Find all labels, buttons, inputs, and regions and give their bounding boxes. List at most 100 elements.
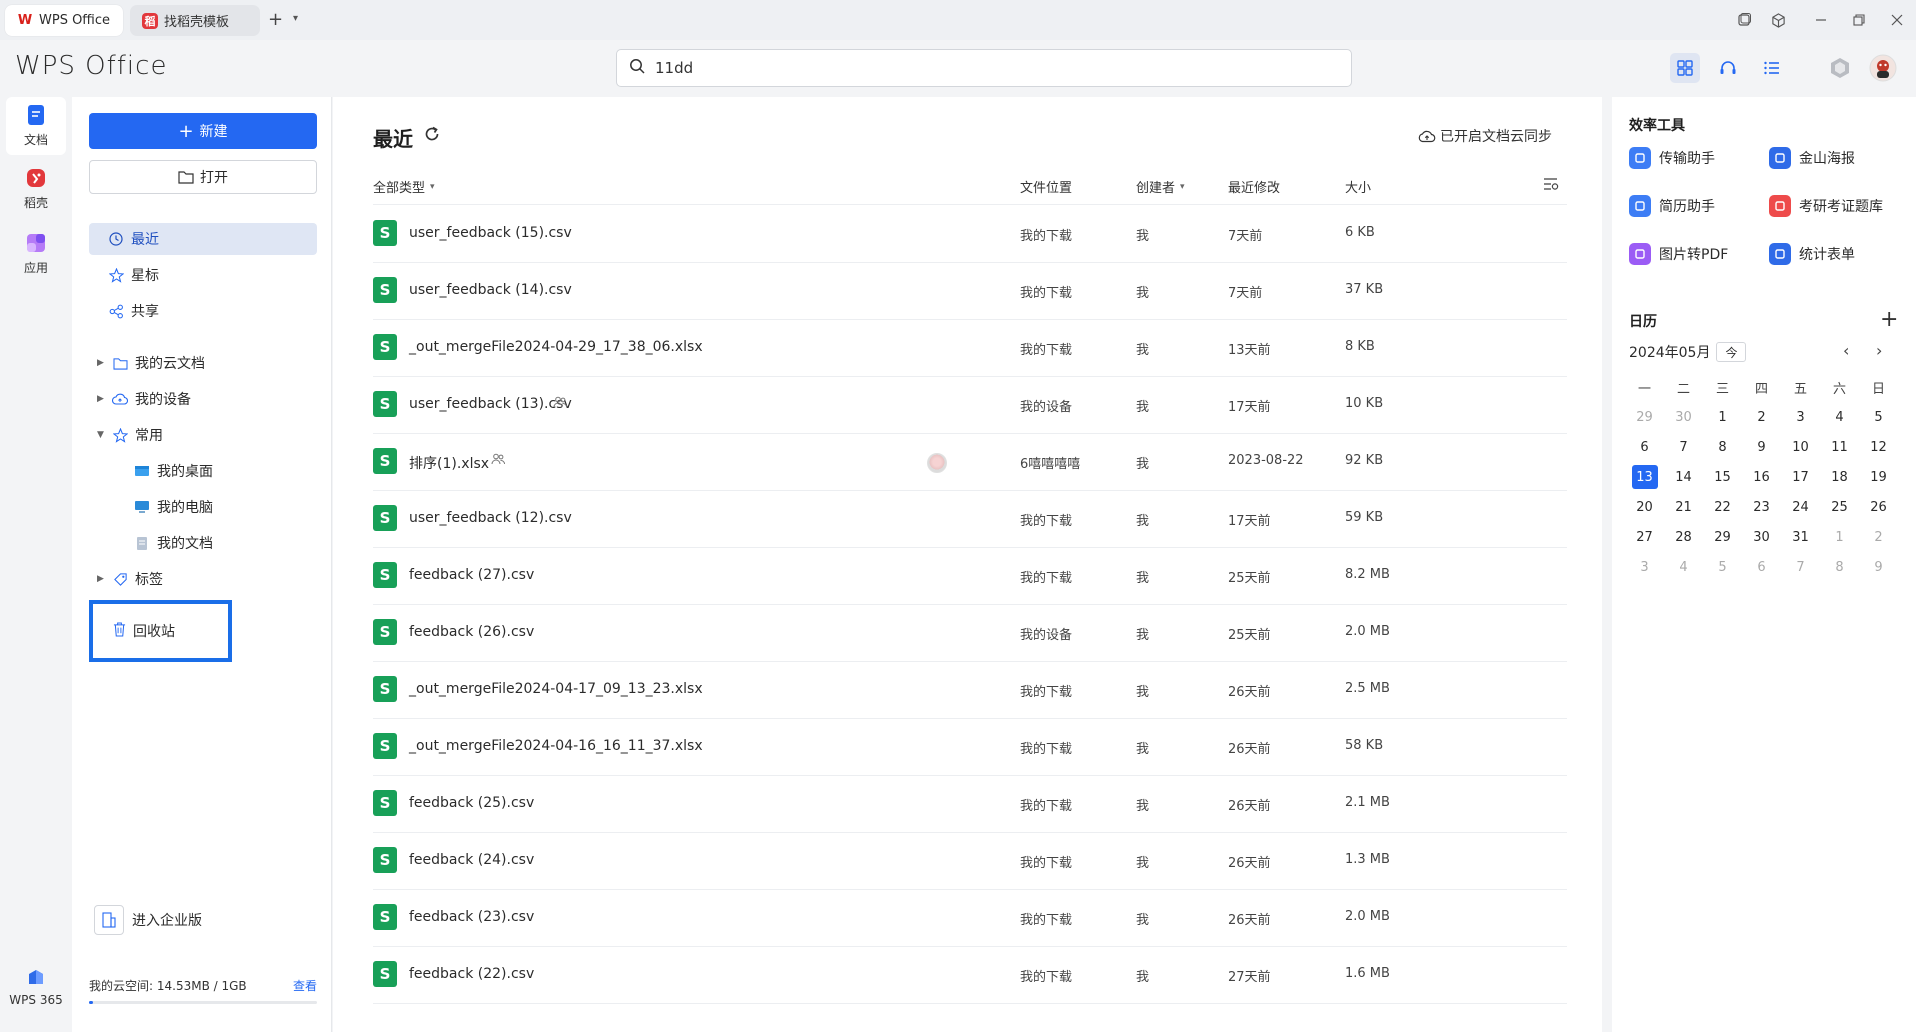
tool-resume[interactable]: 简历助手 [1629, 195, 1715, 217]
next-month-chevron-right-icon[interactable]: › [1876, 341, 1882, 360]
table-row[interactable]: Suser_feedback (15).csv 我的下载 我 7天前 6 KB [373, 206, 1567, 263]
minimize-icon[interactable] [1811, 10, 1831, 30]
calendar-day[interactable]: 20 [1625, 492, 1664, 522]
sidebar-item-common[interactable]: ▼ 常用 [89, 419, 317, 451]
expand-arrow-icon[interactable]: ▶ [97, 394, 111, 404]
today-button[interactable]: 今 [1716, 342, 1747, 362]
new-button[interactable]: + 新建 [89, 113, 317, 149]
tool-form-stats[interactable]: 统计表单 [1769, 243, 1855, 265]
window-pin-icon[interactable] [1734, 10, 1754, 30]
tab-list-chevron-down-icon[interactable]: ▾ [293, 13, 298, 24]
expand-arrow-icon[interactable]: ▶ [97, 358, 111, 368]
table-row[interactable]: Suser_feedback (12).csv 我的下载 我 17天前 59 KB [373, 491, 1567, 548]
file-name[interactable]: _out_mergeFile2024-04-16_16_11_37.xlsx [409, 738, 703, 754]
calendar-day[interactable]: 2 [1859, 522, 1898, 552]
table-row[interactable]: S _out_mergeFile2024-04-17_09_13_23.xlsx 我… [373, 662, 1567, 719]
calendar-day[interactable]: 6 [1625, 432, 1664, 462]
new-tab-plus-icon[interactable]: + [268, 9, 283, 30]
calendar-day[interactable]: 7 [1664, 432, 1703, 462]
calendar-day[interactable]: 6 [1742, 552, 1781, 582]
calendar-day[interactable]: 15 [1703, 462, 1742, 492]
tab-daoke-templates[interactable]: 稻 找稻壳模板 [130, 5, 260, 36]
calendar-day[interactable]: 31 [1781, 522, 1820, 552]
tool-transfer[interactable]: 传输助手 [1629, 147, 1715, 169]
calendar-day[interactable]: 1 [1820, 522, 1859, 552]
table-row[interactable]: S 排序(1).xlsx 6嘻嘻嘻嘻 我 2023-08-22 92 KB [373, 434, 1567, 491]
add-event-plus-icon[interactable]: + [1880, 307, 1898, 332]
column-settings-icon[interactable] [1543, 177, 1559, 191]
file-name[interactable]: user_feedback (12).csv [409, 510, 572, 526]
prev-month-chevron-left-icon[interactable]: ‹ [1843, 341, 1849, 360]
rail-item-apps[interactable]: 应用 [6, 225, 66, 283]
calendar-day[interactable]: 2 [1742, 402, 1781, 432]
sidebar-item-cloud-docs[interactable]: ▶ 我的云文档 [89, 347, 317, 379]
file-name[interactable]: feedback (23).csv [409, 909, 534, 925]
rail-item-wps365[interactable]: WPS 365 [6, 957, 66, 1015]
table-row[interactable]: S _out_mergeFile2024-04-16_16_11_37.xlsx 我… [373, 719, 1567, 776]
calendar-day[interactable]: 11 [1820, 432, 1859, 462]
calendar-day[interactable]: 21 [1664, 492, 1703, 522]
collapse-arrow-icon[interactable]: ▼ [97, 430, 111, 440]
calendar-day[interactable]: 5 [1859, 402, 1898, 432]
calendar-day[interactable]: 3 [1625, 552, 1664, 582]
file-name[interactable]: feedback (27).csv [409, 567, 534, 583]
calendar-day[interactable]: 4 [1664, 552, 1703, 582]
grid-view-icon[interactable] [1670, 53, 1700, 83]
skin-cube-icon[interactable] [1768, 10, 1788, 30]
file-name[interactable]: user_feedback (14).csv [409, 282, 572, 298]
calendar-day[interactable]: 9 [1742, 432, 1781, 462]
sidebar-item-starred[interactable]: 星标 [89, 259, 317, 291]
file-name[interactable]: _out_mergeFile2024-04-29_17_38_06.xlsx [409, 339, 703, 355]
tool-image-to-pdf[interactable]: 图片转PDF [1629, 243, 1728, 265]
calendar-day[interactable]: 24 [1781, 492, 1820, 522]
cloud-sync-status[interactable]: 已开启文档云同步 [1418, 126, 1552, 146]
calendar-day[interactable]: 29 [1625, 402, 1664, 432]
expand-arrow-icon[interactable]: ▶ [97, 574, 111, 584]
column-header-size[interactable]: 大小 [1345, 177, 1371, 196]
calendar-day[interactable]: 14 [1664, 462, 1703, 492]
calendar-day[interactable]: 26 [1859, 492, 1898, 522]
calendar-day[interactable]: 19 [1859, 462, 1898, 492]
calendar-day[interactable]: 13 [1625, 462, 1664, 492]
rail-item-daoke[interactable]: 稻壳 [6, 160, 66, 218]
calendar-day[interactable]: 1 [1703, 402, 1742, 432]
search-box[interactable] [616, 49, 1352, 87]
calendar-day[interactable]: 18 [1820, 462, 1859, 492]
member-badge-icon[interactable] [1825, 53, 1855, 83]
file-name[interactable]: user_feedback (13).csv [409, 396, 572, 412]
file-type-filter[interactable]: 全部类型 ▾ [373, 177, 435, 196]
table-row[interactable]: Suser_feedback (14).csv 我的下载 我 7天前 37 KB [373, 263, 1567, 320]
calendar-day[interactable]: 8 [1820, 552, 1859, 582]
calendar-day[interactable]: 23 [1742, 492, 1781, 522]
calendar-day[interactable]: 10 [1781, 432, 1820, 462]
table-row[interactable]: S _out_mergeFile2024-04-29_17_38_06.xlsx 我… [373, 320, 1567, 377]
calendar-day[interactable]: 17 [1781, 462, 1820, 492]
rail-item-docs[interactable]: 文档 [6, 97, 66, 155]
sidebar-item-my-devices[interactable]: ▶ 我的设备 [89, 383, 317, 415]
calendar-day[interactable]: 30 [1664, 402, 1703, 432]
calendar-day[interactable]: 25 [1820, 492, 1859, 522]
calendar-day[interactable]: 8 [1703, 432, 1742, 462]
open-button[interactable]: 打开 [89, 160, 317, 194]
file-name[interactable]: feedback (26).csv [409, 624, 534, 640]
search-input[interactable] [655, 59, 1335, 77]
calendar-day[interactable]: 5 [1703, 552, 1742, 582]
calendar-day[interactable]: 29 [1703, 522, 1742, 552]
headset-service-icon[interactable] [1713, 53, 1743, 83]
sidebar-item-tags[interactable]: ▶ 标签 [89, 563, 317, 595]
user-avatar[interactable] [1868, 53, 1898, 83]
calendar-day[interactable]: 9 [1859, 552, 1898, 582]
sidebar-item-recent[interactable]: 最近 [89, 223, 317, 255]
file-name[interactable]: feedback (25).csv [409, 795, 534, 811]
table-row[interactable]: Sfeedback (26).csv 我的设备 我 25天前 2.0 MB [373, 605, 1567, 662]
tool-exam-bank[interactable]: 考研考证题库 [1769, 195, 1883, 217]
calendar-day[interactable]: 28 [1664, 522, 1703, 552]
enterprise-entry[interactable]: 进入企业版 [94, 905, 202, 935]
sidebar-item-desktop[interactable]: 我的桌面 [89, 455, 317, 487]
column-header-modified[interactable]: 最近修改 [1228, 177, 1280, 196]
calendar-day[interactable]: 7 [1781, 552, 1820, 582]
sidebar-item-shared[interactable]: 共享 [89, 295, 317, 327]
menu-list-icon[interactable] [1757, 53, 1787, 83]
calendar-day[interactable]: 30 [1742, 522, 1781, 552]
owner-filter[interactable]: 创建者 ▾ [1136, 177, 1185, 196]
